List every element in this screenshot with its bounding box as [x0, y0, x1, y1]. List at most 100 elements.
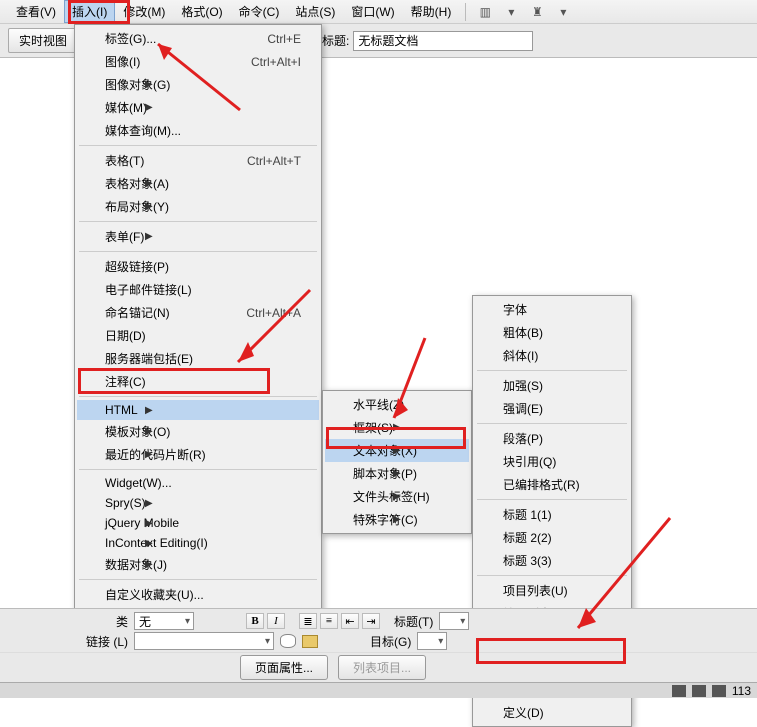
ol-button[interactable]: ≡	[320, 613, 338, 629]
menu-item[interactable]: 图像(I)Ctrl+Alt+I	[77, 50, 319, 73]
menu-item[interactable]: jQuery Mobile▶	[77, 513, 319, 533]
menu-item[interactable]: Spry(S)▶	[77, 493, 319, 513]
menu-separator	[477, 499, 627, 500]
menu-insert[interactable]: 插入(I)	[64, 0, 115, 23]
menu-item[interactable]: InContext Editing(I)▶	[77, 533, 319, 553]
bold-button[interactable]: B	[246, 613, 264, 629]
layout-icon[interactable]: ▥	[476, 3, 494, 21]
menu-item-label: jQuery Mobile	[105, 516, 179, 530]
page-properties-button[interactable]: 页面属性...	[240, 655, 328, 680]
menu-item[interactable]: 自定义收藏夹(U)...	[77, 583, 319, 606]
menu-item[interactable]: Widget(W)...	[77, 473, 319, 493]
menu-item[interactable]: 媒体查询(M)...	[77, 119, 319, 142]
menu-item[interactable]: 强调(E)	[475, 397, 629, 420]
menu-item[interactable]: 图像对象(G)▶	[77, 73, 319, 96]
menu-item[interactable]: 最近的代码片断(R)▶	[77, 443, 319, 466]
menu-item[interactable]: 标题 3(3)	[475, 549, 629, 572]
menu-help[interactable]: 帮助(H)	[403, 0, 460, 23]
menu-item[interactable]: 日期(D)	[77, 324, 319, 347]
menu-item[interactable]: 框架(S)▶	[325, 416, 469, 439]
title-label: 标题(T)	[394, 613, 433, 630]
dropdown-icon[interactable]: ▾	[502, 3, 520, 21]
menu-site[interactable]: 站点(S)	[287, 0, 343, 23]
submenu-arrow-icon: ▶	[145, 405, 153, 416]
menu-window[interactable]: 窗口(W)	[343, 0, 402, 23]
menu-item[interactable]: 文本对象(X)▶	[325, 439, 469, 462]
menu-item-label: 自定义收藏夹(U)...	[105, 586, 204, 603]
menu-item[interactable]: 标签(G)...Ctrl+E	[77, 27, 319, 50]
menu-item-label: 媒体查询(M)...	[105, 122, 181, 139]
document-title-input[interactable]	[353, 31, 533, 51]
menu-item[interactable]: 字体	[475, 298, 629, 321]
menu-item-label: 标题 1(1)	[503, 506, 552, 523]
menu-item[interactable]: 标题 2(2)	[475, 526, 629, 549]
outdent-button[interactable]: ⇤	[341, 613, 359, 629]
live-view-button[interactable]: 实时视图	[8, 28, 78, 53]
link-select[interactable]	[134, 632, 274, 650]
menu-item[interactable]: 标题 1(1)	[475, 503, 629, 526]
menu-item-label: 定义(D)	[503, 704, 544, 721]
menu-item[interactable]: 注释(C)	[77, 370, 319, 393]
menu-item[interactable]: 命名锚记(N)Ctrl+Alt+A	[77, 301, 319, 324]
menu-item-label: 特殊字符(C)	[353, 511, 418, 528]
menu-item-label: 粗体(B)	[503, 324, 543, 341]
submenu-arrow-icon: ▶	[145, 231, 153, 242]
italic-button[interactable]: I	[267, 613, 285, 629]
menu-item[interactable]: 项目列表(U)	[475, 579, 629, 602]
menu-item-label: 水平线(Z)	[353, 396, 404, 413]
list-item-button[interactable]: 列表项目...	[338, 655, 426, 680]
menu-item[interactable]: 服务器端包括(E)	[77, 347, 319, 370]
menu-item[interactable]: 媒体(M)▶	[77, 96, 319, 119]
target-select[interactable]	[417, 632, 447, 650]
class-select[interactable]: 无	[134, 612, 194, 630]
menu-shortcut: Ctrl+Alt+T	[247, 154, 301, 168]
device-icon[interactable]	[672, 685, 686, 697]
menu-format[interactable]: 格式(O)	[173, 0, 230, 23]
menu-item[interactable]: 已编排格式(R)	[475, 473, 629, 496]
menu-item[interactable]: 水平线(Z)	[325, 393, 469, 416]
menu-modify[interactable]: 修改(M)	[115, 0, 173, 23]
menu-item[interactable]: 加强(S)	[475, 374, 629, 397]
menu-command[interactable]: 命令(C)	[231, 0, 288, 23]
submenu-arrow-icon: ▶	[393, 422, 401, 433]
menu-item[interactable]: 表格(T)Ctrl+Alt+T	[77, 149, 319, 172]
menu-item[interactable]: 布局对象(Y)▶	[77, 195, 319, 218]
menu-item[interactable]: 脚本对象(P)▶	[325, 462, 469, 485]
menu-separator	[477, 575, 627, 576]
menu-item[interactable]: 表格对象(A)▶	[77, 172, 319, 195]
tablet-icon[interactable]	[692, 685, 706, 697]
menu-item[interactable]: 电子邮件链接(L)	[77, 278, 319, 301]
indent-button[interactable]: ⇥	[362, 613, 380, 629]
point-to-file-icon[interactable]	[280, 634, 296, 648]
menu-item[interactable]: 表单(F)▶	[77, 225, 319, 248]
ul-button[interactable]: ≣	[299, 613, 317, 629]
extension-icon[interactable]: ♜	[528, 3, 546, 21]
menu-separator	[79, 251, 317, 252]
menu-item-label: 命名锚记(N)	[105, 304, 170, 321]
menu-item-label: 超级链接(P)	[105, 258, 169, 275]
menu-item-label: 文本对象(X)	[353, 442, 417, 459]
menu-item[interactable]: 数据对象(J)▶	[77, 553, 319, 576]
menu-item[interactable]: 特殊字符(C)▶	[325, 508, 469, 531]
menu-item-label: 数据对象(J)	[105, 556, 167, 573]
menu-view[interactable]: 查看(V)	[8, 0, 64, 23]
dropdown-icon[interactable]: ▾	[554, 3, 572, 21]
menu-item[interactable]: 块引用(Q)	[475, 450, 629, 473]
browse-folder-icon[interactable]	[302, 635, 318, 648]
menu-item[interactable]: 斜体(I)	[475, 344, 629, 367]
menu-item[interactable]: HTML▶	[77, 400, 319, 420]
menu-item[interactable]: 段落(P)	[475, 427, 629, 450]
text-format-icons: B I ≣ ≡ ⇤ ⇥	[246, 613, 380, 629]
menu-item[interactable]: 文件头标签(H)▶	[325, 485, 469, 508]
menubar: 查看(V) 插入(I) 修改(M) 格式(O) 命令(C) 站点(S) 窗口(W…	[0, 0, 757, 24]
menu-item[interactable]: 超级链接(P)	[77, 255, 319, 278]
menu-item[interactable]: 定义(D)	[475, 701, 629, 724]
insert-dropdown: 标签(G)...Ctrl+E图像(I)Ctrl+Alt+I图像对象(G)▶媒体(…	[74, 24, 322, 632]
menu-separator	[477, 423, 627, 424]
menu-item[interactable]: 模板对象(O)▶	[77, 420, 319, 443]
desktop-icon[interactable]	[712, 685, 726, 697]
heading-select[interactable]	[439, 612, 469, 630]
menu-item[interactable]: 粗体(B)	[475, 321, 629, 344]
menu-separator	[79, 469, 317, 470]
menu-item-label: 框架(S)	[353, 419, 393, 436]
